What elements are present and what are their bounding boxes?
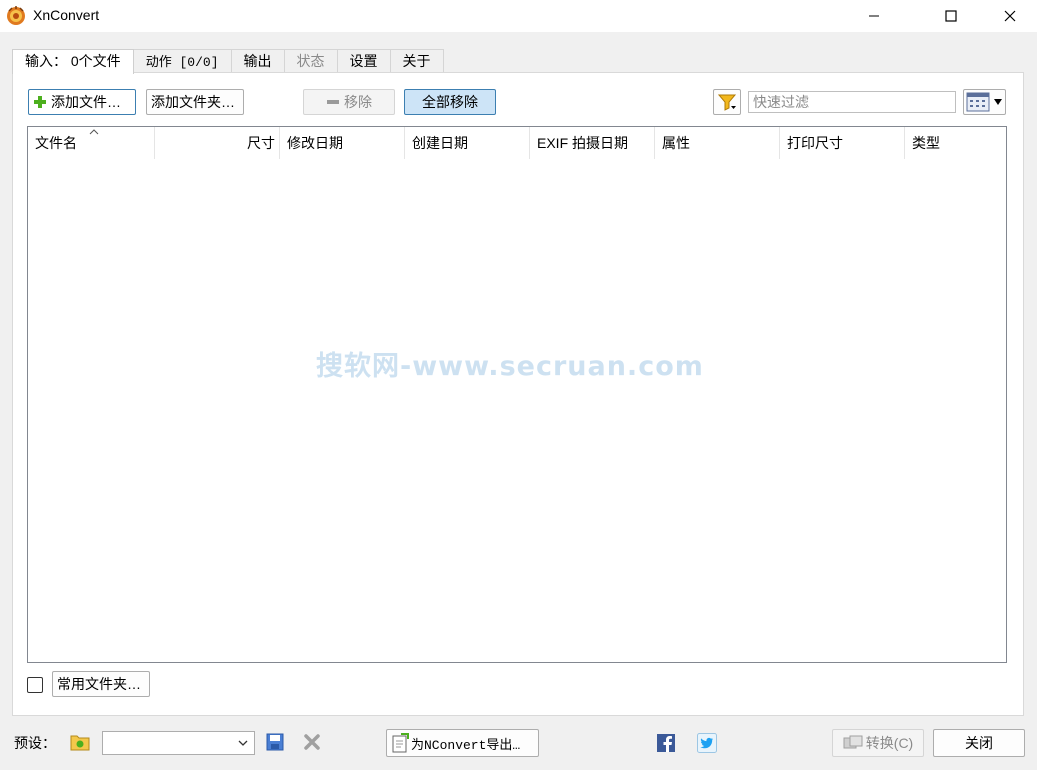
tab-settings-label: 设置 [349,53,378,69]
xnconvert-logo-icon [7,6,25,25]
chevron-down-icon [238,740,248,746]
close-window-button[interactable] [987,0,1033,32]
grid-view-icon [966,92,990,112]
chevron-down-icon [994,99,1002,105]
column-filename[interactable]: 文件名 [28,127,155,159]
maximize-button[interactable] [928,0,974,32]
add-files-label: 添加文件… [51,94,121,110]
column-size[interactable]: 尺寸 [155,127,280,159]
export-nconvert-button[interactable]: 为NConvert导出… [386,729,539,757]
column-print-size[interactable]: 打印尺寸 [780,127,905,159]
tab-actions-label: 动作 [0/0] [145,55,219,70]
preset-select[interactable] [102,731,255,755]
column-created-date[interactable]: 创建日期 [405,127,530,159]
window-title: XnConvert [33,7,100,23]
tab-output-label: 输出 [243,53,272,69]
filter-button[interactable] [713,89,741,115]
column-modified-date-label: 修改日期 [287,135,343,151]
twitter-icon[interactable] [697,733,717,753]
column-attributes[interactable]: 属性 [655,127,780,159]
favorites-checkbox[interactable] [27,677,43,693]
add-folder-label: 添加文件夹… [151,94,235,110]
tab-input-label: 输入： 0个文件 [25,53,121,69]
export-nconvert-label: 为NConvert导出… [411,737,521,753]
add-files-button[interactable]: 添加文件… [28,89,136,115]
tab-input[interactable]: 输入： 0个文件 [12,49,134,74]
preset-label: 预设： [14,735,56,751]
delete-icon[interactable] [303,733,321,751]
remove-label: 移除 [344,94,372,110]
save-icon[interactable] [266,733,284,751]
watermark-text: 搜软网-www.secruan.com [316,351,704,382]
minus-icon [327,100,339,104]
plus-icon [34,96,46,108]
column-filename-label: 文件名 [35,135,77,151]
convert-icon [843,735,863,749]
main-tabs: 输入： 0个文件 动作 [0/0] 输出 状态 设置 关于 [12,49,444,74]
column-type-label: 类型 [912,135,940,151]
title-bar: XnConvert [0,0,1037,32]
minimize-button[interactable] [851,0,897,32]
tab-about[interactable]: 关于 [389,49,444,73]
column-size-label: 尺寸 [247,135,275,151]
close-button[interactable]: 关闭 [933,729,1025,757]
convert-label: 转换(C) [865,735,914,751]
open-folder-icon[interactable] [70,733,90,751]
remove-button[interactable]: 移除 [303,89,395,115]
column-exif-date[interactable]: EXIF 拍摄日期 [530,127,655,159]
remove-all-label: 全部移除 [422,94,478,110]
column-exif-date-label: EXIF 拍摄日期 [537,135,629,151]
column-print-size-label: 打印尺寸 [787,135,843,151]
funnel-icon [717,94,737,111]
tab-actions[interactable]: 动作 [0/0] [132,49,232,73]
tab-output[interactable]: 输出 [230,49,285,73]
maximize-icon [945,10,957,22]
column-created-date-label: 创建日期 [412,135,468,151]
view-mode-button[interactable] [963,89,1006,115]
add-folder-button[interactable]: 添加文件夹… [146,89,244,115]
convert-button[interactable]: 转换(C) [832,729,924,757]
tab-status: 状态 [283,49,338,73]
favorite-folders-label: 常用文件夹… [57,676,141,692]
favorite-folders-button[interactable]: 常用文件夹… [52,671,150,697]
tab-status-label: 状态 [296,53,325,69]
quick-filter-input[interactable] [748,91,956,113]
tab-about-label: 关于 [402,53,431,69]
column-type[interactable]: 类型 [905,127,1006,159]
close-icon [1004,10,1016,22]
facebook-icon[interactable] [657,734,675,752]
tab-settings[interactable]: 设置 [336,49,391,73]
close-label: 关闭 [965,735,993,751]
minimize-icon [869,15,879,17]
column-modified-date[interactable]: 修改日期 [280,127,405,159]
export-script-icon [392,733,409,753]
file-list[interactable]: 文件名 尺寸 修改日期 创建日期 EXIF 拍摄日期 属性 打印尺寸 类型 [27,126,1007,663]
column-attributes-label: 属性 [662,135,690,151]
remove-all-button[interactable]: 全部移除 [404,89,496,115]
